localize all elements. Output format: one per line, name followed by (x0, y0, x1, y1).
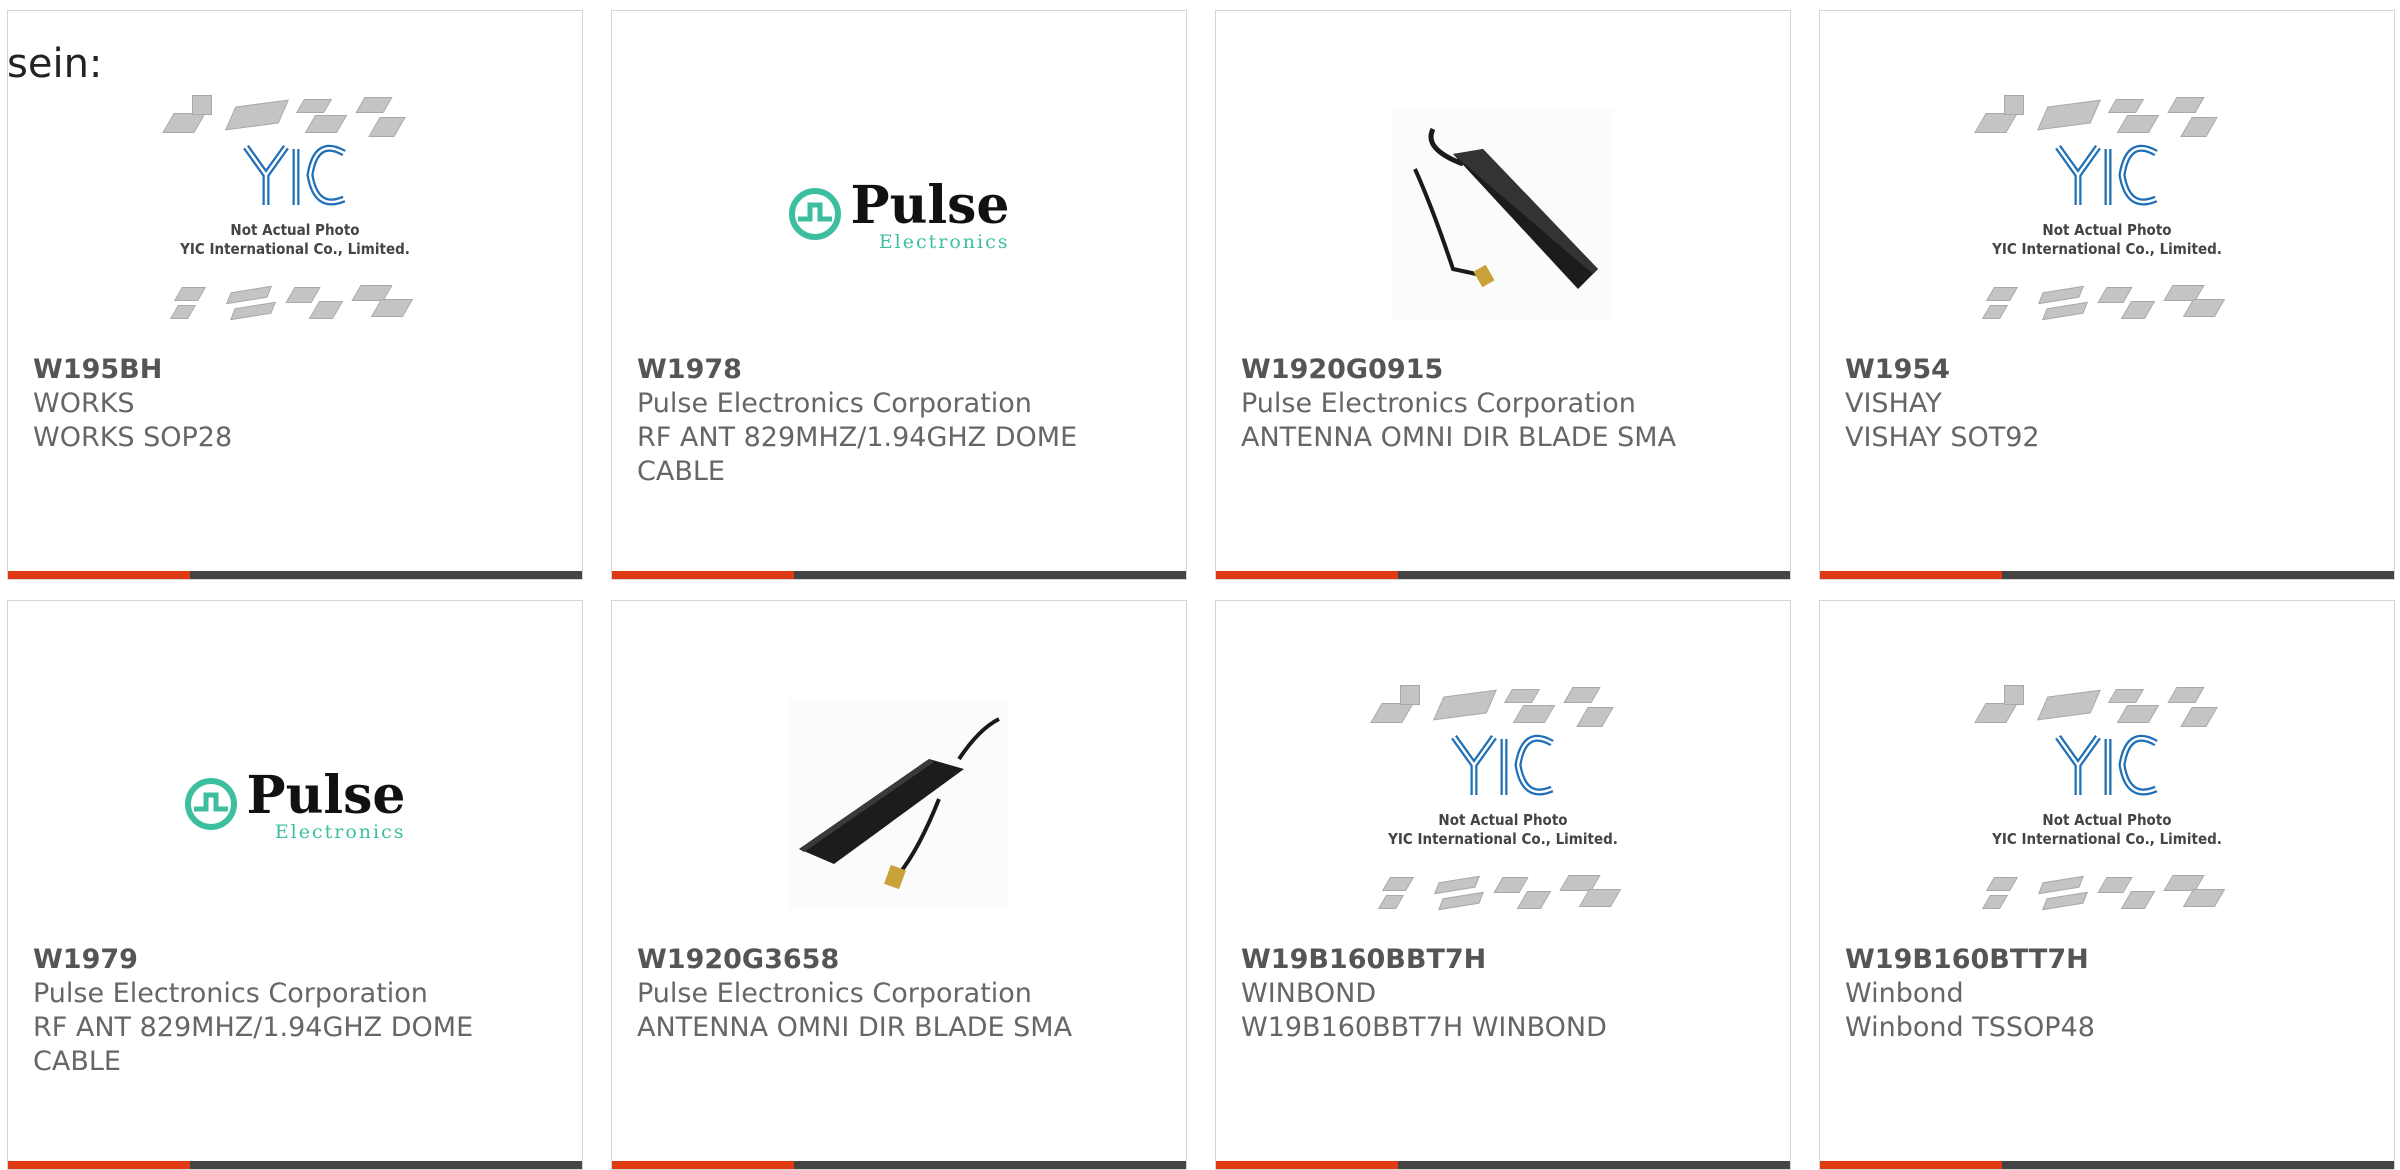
product-info: W1920G3658 Pulse Electronics Corporation A… (637, 943, 1161, 1045)
pulse-electronics-logo: Pulse Electronics (184, 765, 406, 842)
card-accent-bar (1216, 1161, 1398, 1169)
description: ANTENNA OMNI DIR BLADE SMA (637, 1012, 1073, 1043)
manufacturer: Pulse Electronics Corporation (637, 388, 1032, 419)
card-bottom-bar (1820, 1161, 2394, 1169)
card-bottom-bar (612, 1161, 1186, 1169)
part-number[interactable]: W1979 (33, 943, 557, 977)
not-actual-photo-image: Not Actual Photo YIC International Co., … (1368, 681, 1638, 931)
product-card[interactable]: Not Actual Photo YIC International Co., … (1819, 10, 2395, 580)
manufacturer: Pulse Electronics Corporation (637, 978, 1032, 1009)
description: Winbond TSSOP48 (1845, 1012, 2095, 1043)
product-card[interactable]: Not Actual Photo YIC International Co., … (1215, 600, 1791, 1170)
placeholder-line-1: Not Actual Photo (2042, 221, 2172, 239)
card-bottom-bar (1216, 571, 1790, 579)
not-actual-photo-image: Not Actual Photo YIC International Co., … (1972, 681, 2242, 931)
placeholder-line-1: Not Actual Photo (2042, 811, 2172, 829)
card-accent-bar (612, 1161, 794, 1169)
product-image[interactable]: Pulse Electronics (8, 661, 582, 951)
blade-antenna-photo (1393, 109, 1613, 323)
product-info: W19B160BBT7H WINBOND W19B160BBT7H WINBOND (1241, 943, 1765, 1045)
card-bottom-bar (612, 571, 1186, 579)
manufacturer: WORKS (33, 388, 135, 419)
product-image[interactable]: Pulse Electronics (612, 71, 1186, 361)
yic-logo-icon (2052, 141, 2162, 215)
card-bottom-bar (8, 571, 582, 579)
product-card[interactable]: Pulse Electronics W1978 Pulse Electronics… (611, 10, 1187, 580)
manufacturer: Winbond (1845, 978, 1964, 1009)
card-accent-bar (8, 1161, 190, 1169)
part-number[interactable]: W19B160BTT7H (1845, 943, 2369, 977)
pulse-logo-icon (788, 187, 842, 245)
description: W19B160BBT7H WINBOND (1241, 1012, 1607, 1043)
not-actual-photo-image: Not Actual Photo YIC International Co., … (160, 91, 430, 341)
product-image[interactable]: Not Actual Photo YIC International Co., … (1216, 661, 1790, 951)
pulse-electronics-logo: Pulse Electronics (788, 175, 1010, 252)
placeholder-line-2: YIC International Co., Limited. (1992, 830, 2222, 848)
card-bottom-bar (1820, 571, 2394, 579)
product-card[interactable]: W1920G3658 Pulse Electronics Corporation A… (611, 600, 1187, 1170)
product-info: W1979 Pulse Electronics Corporation RF ANT… (33, 943, 557, 1079)
description: VISHAY SOT92 (1845, 422, 2040, 453)
intro-text: sein: (7, 41, 103, 87)
part-number[interactable]: W1920G0915 (1241, 353, 1765, 387)
yic-logo-icon (1448, 731, 1558, 805)
yic-logo-icon (240, 141, 350, 215)
manufacturer: Pulse Electronics Corporation (33, 978, 428, 1009)
manufacturer: WINBOND (1241, 978, 1377, 1009)
product-card[interactable]: W1920G0915 Pulse Electronics Corporation A… (1215, 10, 1791, 580)
product-card[interactable]: Pulse Electronics W1979 Pulse Electronics… (7, 600, 583, 1170)
description: RF ANT 829MHZ/1.94GHZ DOME CABLE (33, 1012, 474, 1077)
product-image[interactable]: Not Actual Photo YIC International Co., … (1820, 661, 2394, 951)
product-image[interactable]: Not Actual Photo YIC International Co., … (8, 71, 582, 361)
product-image[interactable] (1216, 71, 1790, 361)
blade-antenna-photo (789, 699, 1009, 913)
card-bottom-bar (8, 1161, 582, 1169)
description: WORKS SOP28 (33, 422, 233, 453)
card-accent-bar (1820, 1161, 2002, 1169)
product-info: W1920G0915 Pulse Electronics Corporation A… (1241, 353, 1765, 455)
product-info: W195BH WORKS WORKS SOP28 (33, 353, 557, 455)
description: RF ANT 829MHZ/1.94GHZ DOME CABLE (637, 422, 1078, 487)
product-card[interactable]: Not Actual Photo YIC International Co., … (1819, 600, 2395, 1170)
part-number[interactable]: W195BH (33, 353, 557, 387)
product-image[interactable]: Not Actual Photo YIC International Co., … (1820, 71, 2394, 361)
product-info: W1954 VISHAY VISHAY SOT92 (1845, 353, 2369, 455)
card-bottom-bar (1216, 1161, 1790, 1169)
part-number[interactable]: W1954 (1845, 353, 2369, 387)
placeholder-line-1: Not Actual Photo (230, 221, 360, 239)
placeholder-line-2: YIC International Co., Limited. (1992, 240, 2222, 258)
part-number[interactable]: W19B160BBT7H (1241, 943, 1765, 977)
placeholder-line-2: YIC International Co., Limited. (180, 240, 410, 258)
product-image[interactable] (612, 661, 1186, 951)
card-accent-bar (612, 571, 794, 579)
product-info: W19B160BTT7H Winbond Winbond TSSOP48 (1845, 943, 2369, 1045)
pulse-logo-icon (184, 777, 238, 835)
pulse-logo-word: Pulse (850, 175, 1010, 236)
description: ANTENNA OMNI DIR BLADE SMA (1241, 422, 1677, 453)
card-accent-bar (1820, 571, 2002, 579)
product-info: W1978 Pulse Electronics Corporation RF ANT… (637, 353, 1161, 489)
part-number[interactable]: W1978 (637, 353, 1161, 387)
card-accent-bar (8, 571, 190, 579)
pulse-logo-word: Pulse (246, 765, 406, 826)
product-card[interactable]: Not Actual Photo YIC International Co., … (7, 10, 583, 580)
yic-logo-icon (2052, 731, 2162, 805)
card-accent-bar (1216, 571, 1398, 579)
part-number[interactable]: W1920G3658 (637, 943, 1161, 977)
not-actual-photo-image: Not Actual Photo YIC International Co., … (1972, 91, 2242, 341)
placeholder-line-1: Not Actual Photo (1438, 811, 1568, 829)
placeholder-line-2: YIC International Co., Limited. (1388, 830, 1618, 848)
manufacturer: Pulse Electronics Corporation (1241, 388, 1636, 419)
manufacturer: VISHAY (1845, 388, 1942, 419)
